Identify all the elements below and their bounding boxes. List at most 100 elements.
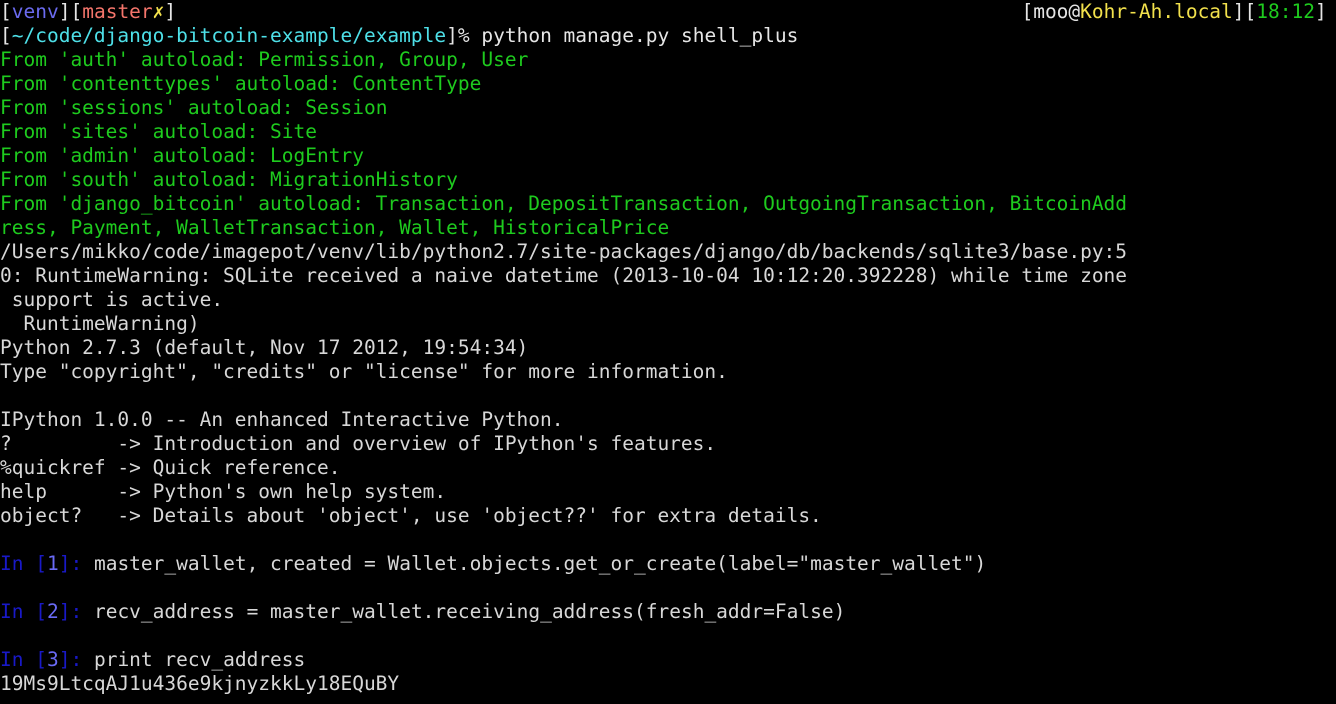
git-branch-label: master <box>82 0 152 23</box>
autoload-label: autoload: <box>141 120 270 143</box>
autoload-app: 'sites' <box>59 120 141 143</box>
ipython-input-line[interactable]: In [3]: print recv_address <box>0 648 1336 672</box>
autoload-label: autoload: <box>141 168 270 191</box>
shell-command: python manage.py shell_plus <box>470 24 799 47</box>
venv-close-bracket: ] <box>59 0 71 23</box>
git-dirty-cross-icon: ✗ <box>153 0 165 23</box>
autoload-prefix: From <box>0 144 59 167</box>
ipython-input-line[interactable]: In [1]: master_wallet, created = Wallet.… <box>0 552 1336 576</box>
python-banner-line: Type "copyright", "credits" or "license"… <box>0 360 1336 384</box>
ipython-quickref-text: %quickref -> Quick reference. <box>0 456 340 479</box>
autoload-models: MigrationHistory <box>270 168 458 191</box>
blank-line <box>0 528 1336 552</box>
autoload-app: 'auth' <box>59 48 129 71</box>
autoload-app: 'south' <box>59 168 141 191</box>
autoload-line: From 'south' autoload: MigrationHistory <box>0 168 1336 192</box>
terminal-window[interactable]: [venv][master✗] [moo@Kohr-Ah.local][18:1… <box>0 0 1336 704</box>
prompt-line-status: [venv][master✗] [moo@Kohr-Ah.local][18:1… <box>0 0 1336 24</box>
host-close-bracket: ] <box>1233 0 1245 23</box>
blank-line <box>0 576 1336 600</box>
autoload-label: autoload: <box>176 96 305 119</box>
warning-text: support is active. <box>0 288 223 311</box>
blank-line <box>0 624 1336 648</box>
host-label: Kohr-Ah.local <box>1080 0 1233 23</box>
autoload-line: From 'contenttypes' autoload: ContentTyp… <box>0 72 1336 96</box>
in-prompt-number: 2 <box>47 600 59 623</box>
ipython-intro-text: ? -> Introduction and overview of IPytho… <box>0 432 716 455</box>
ipython-object-text: object? -> Details about 'object', use '… <box>0 504 822 527</box>
in-prompt-number: 3 <box>47 648 59 671</box>
host-open-bracket: [ <box>1021 0 1033 23</box>
autoload-django-bitcoin-text: From 'django_bitcoin' autoload: Transact… <box>0 192 1127 215</box>
autoload-line: From 'sessions' autoload: Session <box>0 96 1336 120</box>
in-prompt-label: In <box>0 552 35 575</box>
autoload-app: 'sessions' <box>59 96 176 119</box>
prompt-spacer <box>176 0 1021 23</box>
autoload-models: ContentType <box>352 72 481 95</box>
autoload-app: 'contenttypes' <box>59 72 223 95</box>
ipython-code: master_wallet, created = Wallet.objects.… <box>82 552 986 575</box>
autoload-line-django-bitcoin: From 'django_bitcoin' autoload: Transact… <box>0 192 1336 216</box>
in-prompt-close-bracket: ]: <box>59 600 82 623</box>
autoload-models: LogEntry <box>270 144 364 167</box>
autoload-line-django-bitcoin-wrap: ress, Payment, WalletTransaction, Wallet… <box>0 216 1336 240</box>
venv-open-bracket: [ <box>0 0 12 23</box>
autoload-line: From 'auth' autoload: Permission, Group,… <box>0 48 1336 72</box>
autoload-label: autoload: <box>223 72 352 95</box>
python-version-text: Python 2.7.3 (default, Nov 17 2012, 19:5… <box>0 336 528 359</box>
ipython-code: print recv_address <box>82 648 305 671</box>
python-help-text: Type "copyright", "credits" or "license"… <box>0 360 728 383</box>
ipython-version-text: IPython 1.0.0 -- An enhanced Interactive… <box>0 408 564 431</box>
user-label: moo@ <box>1033 0 1080 23</box>
ipython-help-text: help -> Python's own help system. <box>0 480 446 503</box>
ipython-code: recv_address = master_wallet.receiving_a… <box>82 600 845 623</box>
python-banner-line: Python 2.7.3 (default, Nov 17 2012, 19:5… <box>0 336 1336 360</box>
autoload-line: From 'admin' autoload: LogEntry <box>0 144 1336 168</box>
current-path: ~/code/django-bitcoin-example/example <box>12 24 446 47</box>
autoload-django-bitcoin-wrap-text: ress, Payment, WalletTransaction, Wallet… <box>0 216 669 239</box>
autoload-prefix: From <box>0 96 59 119</box>
autoload-models: Site <box>270 120 317 143</box>
in-prompt-number: 1 <box>47 552 59 575</box>
prompt-sigil: % <box>458 24 470 47</box>
in-prompt-close-bracket: ]: <box>59 648 82 671</box>
ipython-output-line: 19Ms9LtcqAJ1u436e9kjnyzkkLy18EQuBY <box>0 672 1336 696</box>
autoload-app: 'admin' <box>59 144 141 167</box>
ipython-banner-line: ? -> Introduction and overview of IPytho… <box>0 432 1336 456</box>
autoload-line: From 'sites' autoload: Site <box>0 120 1336 144</box>
warning-line: support is active. <box>0 288 1336 312</box>
bitcoin-address-output: 19Ms9LtcqAJ1u436e9kjnyzkkLy18EQuBY <box>0 672 399 695</box>
autoload-label: autoload: <box>141 144 270 167</box>
warning-line: /Users/mikko/code/imagepot/venv/lib/pyth… <box>0 240 1336 264</box>
in-prompt-open-bracket: [ <box>35 552 47 575</box>
ipython-banner-line: %quickref -> Quick reference. <box>0 456 1336 480</box>
warning-line: 0: RuntimeWarning: SQLite received a nai… <box>0 264 1336 288</box>
warning-text: /Users/mikko/code/imagepot/venv/lib/pyth… <box>0 240 1127 263</box>
in-prompt-label: In <box>0 648 35 671</box>
autoload-models: Permission, Group, User <box>258 48 528 71</box>
autoload-prefix: From <box>0 72 59 95</box>
autoload-models: Session <box>305 96 387 119</box>
ipython-input-line[interactable]: In [2]: recv_address = master_wallet.rec… <box>0 600 1336 624</box>
in-prompt-close-bracket: ]: <box>59 552 82 575</box>
venv-label: venv <box>12 0 59 23</box>
in-prompt-label: In <box>0 600 35 623</box>
time-close-bracket: ] <box>1315 0 1327 23</box>
branch-open-bracket: [ <box>70 0 82 23</box>
ipython-banner-line: help -> Python's own help system. <box>0 480 1336 504</box>
in-prompt-open-bracket: [ <box>35 600 47 623</box>
path-close-bracket: ] <box>446 24 458 47</box>
branch-close-bracket: ] <box>164 0 176 23</box>
time-open-bracket: [ <box>1245 0 1257 23</box>
warning-text: RuntimeWarning) <box>0 312 200 335</box>
ipython-banner-line: object? -> Details about 'object', use '… <box>0 504 1336 528</box>
in-prompt-open-bracket: [ <box>35 648 47 671</box>
autoload-prefix: From <box>0 120 59 143</box>
clock-label: 18:12 <box>1256 0 1315 23</box>
autoload-prefix: From <box>0 48 59 71</box>
warning-line: RuntimeWarning) <box>0 312 1336 336</box>
warning-text: 0: RuntimeWarning: SQLite received a nai… <box>0 264 1127 287</box>
autoload-label: autoload: <box>129 48 258 71</box>
blank-line <box>0 384 1336 408</box>
path-open-bracket: [ <box>0 24 12 47</box>
